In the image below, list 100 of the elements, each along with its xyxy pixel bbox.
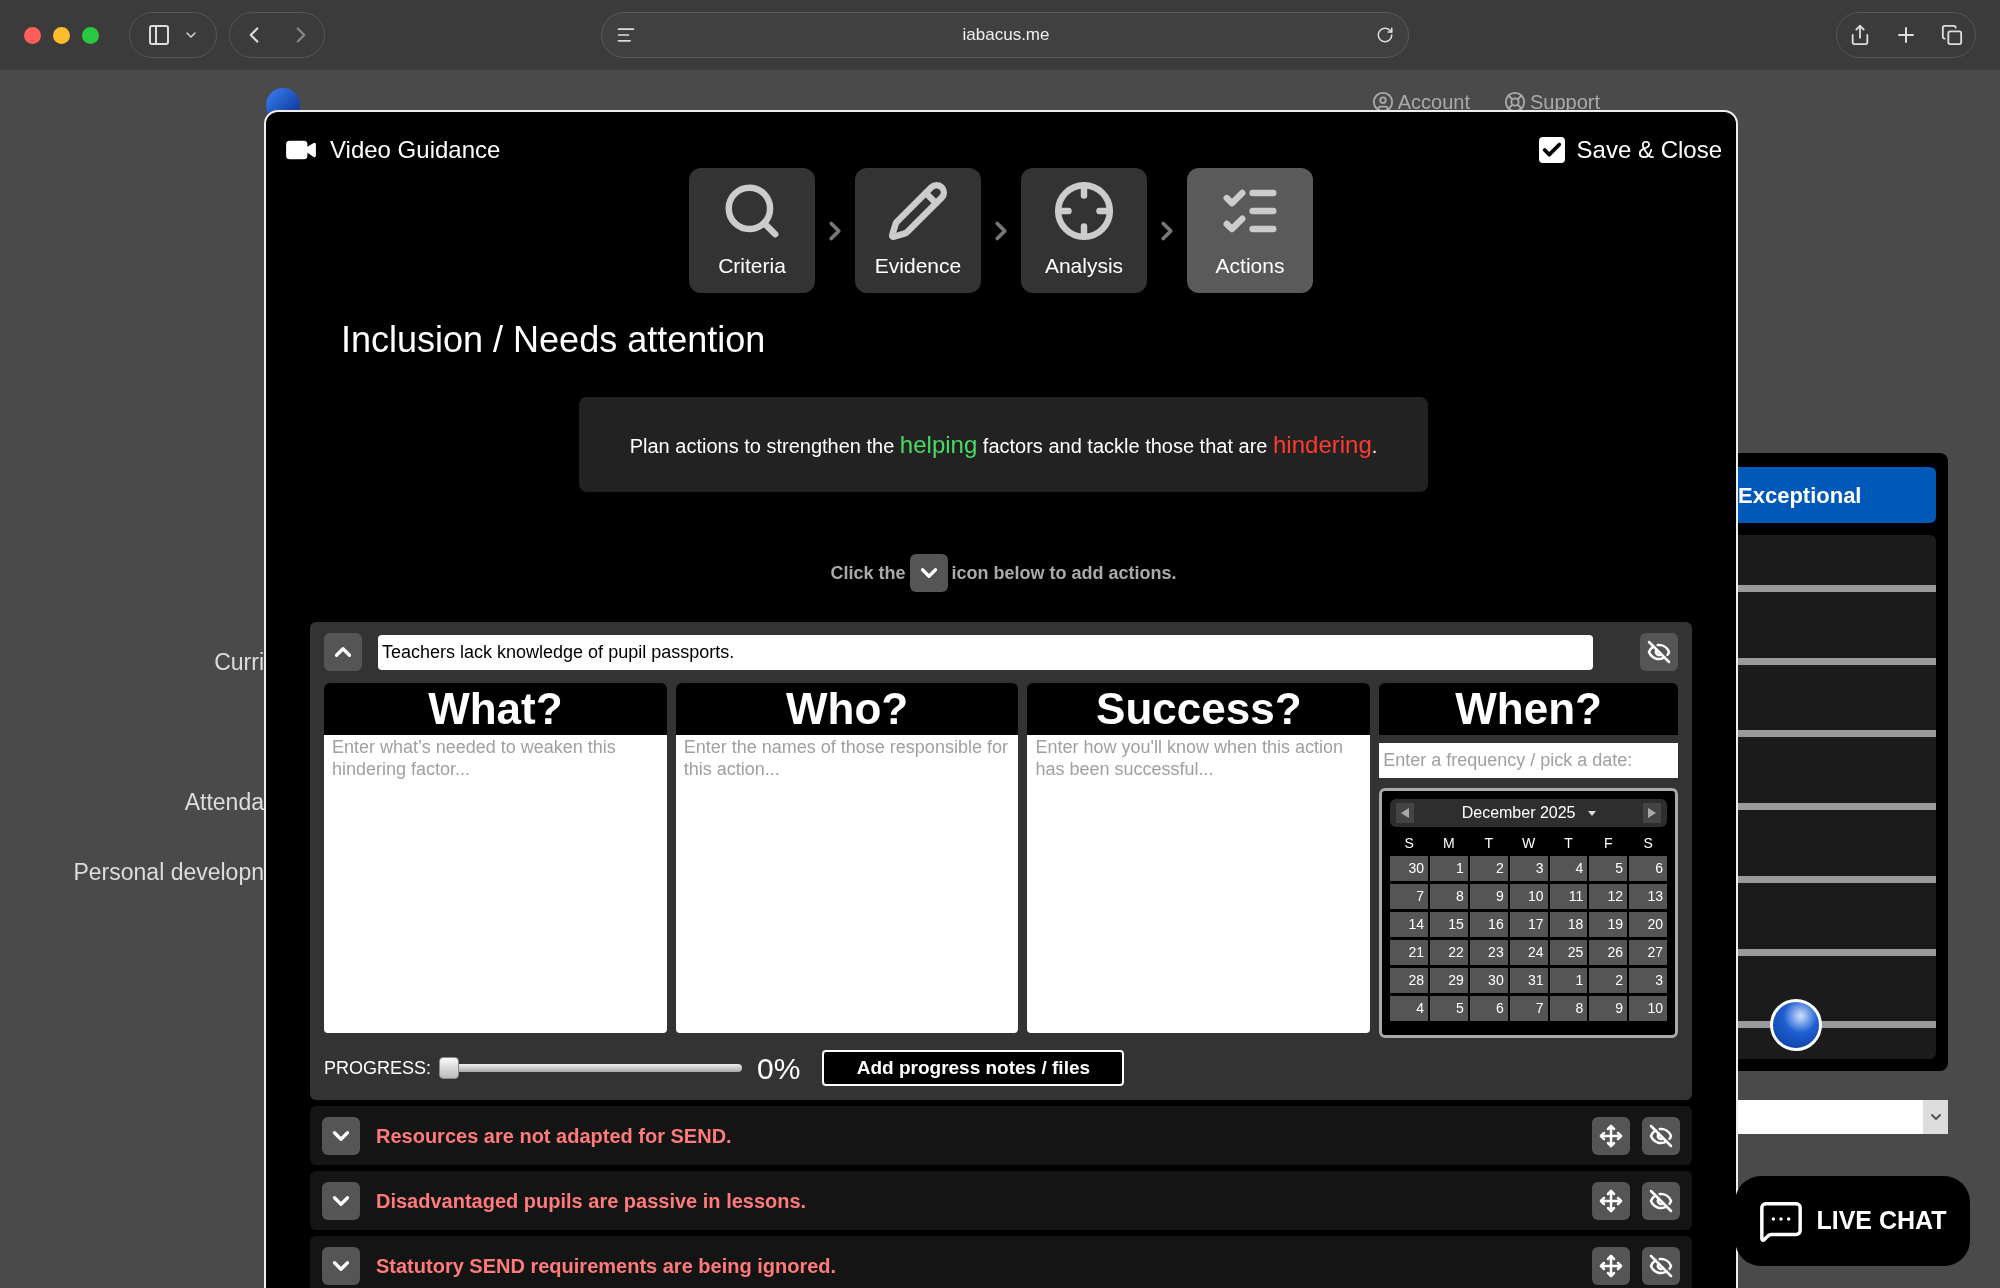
eye-off-icon: [1647, 640, 1671, 664]
day-cell[interactable]: 29: [1430, 968, 1468, 993]
support-link[interactable]: Support: [1503, 87, 1600, 117]
day-cell[interactable]: 16: [1469, 912, 1508, 937]
save-close-button[interactable]: Save & Close: [1538, 132, 1722, 168]
day-cell[interactable]: 10: [1629, 996, 1667, 1021]
day-cell[interactable]: 30: [1390, 856, 1428, 881]
day-cell[interactable]: 10: [1509, 884, 1548, 909]
user-icon: [1371, 91, 1394, 113]
day-cell[interactable]: 6: [1469, 996, 1508, 1021]
day-cell[interactable]: 31: [1509, 968, 1548, 993]
move-button[interactable]: [1592, 1246, 1630, 1285]
hide-button[interactable]: [1642, 1246, 1680, 1285]
day-cell[interactable]: 14: [1390, 912, 1428, 937]
day-cell[interactable]: 5: [1589, 856, 1628, 881]
day-cell[interactable]: 26: [1589, 940, 1628, 965]
section-label: Attenda: [184, 787, 264, 817]
day-cell[interactable]: 18: [1549, 912, 1588, 937]
step-tab[interactable]: Criteria: [689, 168, 815, 293]
exceptional-button[interactable]: Exceptional: [1738, 467, 1936, 523]
column-heading: What?: [324, 683, 667, 735]
day-cell[interactable]: 3: [1509, 856, 1548, 881]
day-cell[interactable]: 19: [1589, 912, 1628, 937]
address-bar[interactable]: iabacus.me: [601, 12, 1409, 58]
day-cell[interactable]: 6: [1629, 856, 1667, 881]
day-cell[interactable]: 11: [1549, 884, 1588, 909]
progress-slider[interactable]: [439, 1057, 743, 1079]
url-text: iabacus.me: [961, 24, 1051, 47]
column-heading: Success?: [1027, 683, 1371, 735]
section-label: Curri: [214, 648, 264, 677]
factor-field[interactable]: Teachers lack knowledge of pupil passports.: [378, 634, 1593, 670]
day-cell[interactable]: 5: [1430, 996, 1468, 1021]
column-field[interactable]: Enter the names of those responsible for this action...: [675, 735, 1019, 1033]
day-cell[interactable]: 30: [1469, 968, 1508, 993]
day-cell[interactable]: 8: [1549, 996, 1588, 1021]
move-button[interactable]: [1592, 1116, 1630, 1155]
column-field[interactable]: Enter how you'll know when this action has been successful...: [1027, 735, 1371, 1033]
day-cell[interactable]: 15: [1430, 912, 1468, 937]
hide-button[interactable]: [1642, 1116, 1680, 1155]
expand-button[interactable]: [322, 1181, 360, 1220]
day-cell[interactable]: 27: [1629, 940, 1667, 965]
factor-title: Statutory SEND requirements are being ignored.: [376, 1253, 838, 1279]
when-field[interactable]: Enter a frequency / pick a date:: [1379, 743, 1678, 778]
day-cell[interactable]: 9: [1469, 884, 1508, 909]
column-field[interactable]: Enter what’s needed to weaken this hindering factor...: [324, 735, 667, 1033]
add-notes-button[interactable]: Add progress notes / files: [822, 1050, 1125, 1086]
lifebuoy-icon: [1503, 91, 1526, 113]
month-dropdown[interactable]: December 2025: [1461, 801, 1596, 825]
progress-label: PROGRESS:: [324, 1056, 432, 1080]
day-cell[interactable]: 7: [1390, 884, 1428, 909]
day-cell[interactable]: 8: [1430, 884, 1468, 909]
weekday-label: T: [1563, 834, 1574, 853]
factor-title: Resources are not adapted for SEND.: [376, 1123, 733, 1149]
weekday-label: S: [1642, 834, 1654, 853]
day-cell[interactable]: 28: [1390, 968, 1428, 993]
live-chat-button[interactable]: LIVE CHAT: [1735, 1176, 1970, 1266]
day-cell[interactable]: 20: [1629, 912, 1667, 937]
day-cell[interactable]: 4: [1390, 996, 1428, 1021]
step-tab[interactable]: Evidence: [855, 168, 981, 293]
reload-icon[interactable]: [1376, 26, 1394, 44]
day-cell[interactable]: 24: [1509, 940, 1548, 965]
step-tab[interactable]: Analysis: [1021, 168, 1147, 293]
hide-button[interactable]: [1640, 633, 1678, 671]
pencil-icon: [887, 179, 949, 242]
day-cell[interactable]: 21: [1390, 940, 1428, 965]
hide-button[interactable]: [1642, 1181, 1680, 1220]
eye-off-icon: [1649, 1188, 1673, 1213]
day-cell[interactable]: 12: [1589, 884, 1628, 909]
expand-button[interactable]: [322, 1116, 360, 1155]
step-tab[interactable]: Actions: [1187, 168, 1313, 293]
day-cell[interactable]: 23: [1469, 940, 1508, 965]
expand-button[interactable]: [322, 1246, 360, 1285]
info-text: Plan actions to strengthen the helping factors and tackle those that are hindering.: [629, 429, 1378, 460]
day-cell[interactable]: 2: [1589, 968, 1628, 993]
day-cell[interactable]: 1: [1430, 856, 1468, 881]
day-cell[interactable]: 9: [1589, 996, 1628, 1021]
day-cell[interactable]: 22: [1430, 940, 1468, 965]
move-icon: [1599, 1123, 1623, 1148]
move-button[interactable]: [1592, 1181, 1630, 1220]
video-guidance-button[interactable]: Video Guidance: [284, 132, 501, 168]
day-cell[interactable]: 4: [1549, 856, 1588, 881]
day-cell[interactable]: 17: [1509, 912, 1548, 937]
rating-thumb[interactable]: [1770, 999, 1822, 1052]
day-cell[interactable]: 7: [1509, 996, 1548, 1021]
day-cell[interactable]: 1: [1549, 968, 1588, 993]
collapse-button[interactable]: [324, 633, 362, 671]
next-month-button[interactable]: [1643, 803, 1661, 823]
day-cell[interactable]: 2: [1469, 856, 1508, 881]
tabs-icon[interactable]: [1941, 24, 1964, 46]
page-icon: [616, 25, 636, 45]
eye-off-icon: [1649, 1123, 1673, 1148]
previous-month-button[interactable]: [1396, 803, 1415, 823]
account-link[interactable]: Account: [1371, 87, 1470, 117]
move-icon: [1599, 1253, 1623, 1278]
progress-reading: 0%: [757, 1050, 801, 1087]
day-cell[interactable]: 13: [1629, 884, 1667, 909]
day-cell[interactable]: 3: [1629, 968, 1667, 993]
slider-thumb[interactable]: [439, 1057, 460, 1079]
page-heading: Inclusion / Needs attention: [341, 318, 767, 362]
day-cell[interactable]: 25: [1549, 940, 1588, 965]
